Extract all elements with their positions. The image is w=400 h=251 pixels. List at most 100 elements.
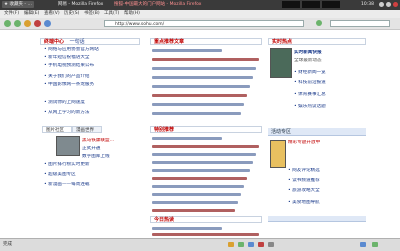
headline-link[interactable]	[152, 209, 235, 212]
addon-icon[interactable]	[248, 242, 254, 247]
feature-line[interactable]: 数字图库上线	[82, 154, 142, 160]
headline-link[interactable]	[152, 137, 222, 140]
list-item[interactable]: • 体育赛事汇总	[294, 92, 366, 98]
headline-link[interactable]	[152, 169, 250, 172]
list-item[interactable]: • 测试你的上网速度	[44, 100, 140, 106]
center-box-header: 重点推荐文章	[150, 38, 262, 45]
headline-link[interactable]	[152, 76, 253, 79]
center-box-title-2[interactable]: 特别推荐	[154, 127, 174, 133]
right-footer-bar	[268, 216, 366, 222]
list-item[interactable]: • 手机电视预测结果公布	[44, 63, 140, 69]
taskbar-task[interactable]: 网易 - Mozilla Firefox	[56, 1, 105, 8]
taskbar-slot	[322, 1, 340, 8]
go-icon[interactable]	[316, 20, 322, 26]
home-icon[interactable]	[44, 20, 51, 27]
list-item[interactable]: • 网友评论精选	[288, 168, 366, 174]
left-box-header: 终端中心 一句话	[40, 38, 140, 45]
addon-icon[interactable]	[228, 242, 234, 247]
right-feature-subtitle: 全球最新动态	[294, 58, 322, 63]
headline-link[interactable]	[152, 112, 241, 115]
headline-link[interactable]	[152, 193, 241, 196]
taskbar-slot	[282, 1, 300, 8]
headline-link[interactable]	[152, 153, 256, 156]
addon-icon[interactable]	[238, 242, 244, 247]
list-item[interactable]: • 网络与应用协会官方网站	[44, 47, 140, 53]
right-box2-title[interactable]: 活动专区	[271, 129, 291, 135]
center-box-header-2: 特别推荐	[150, 126, 262, 133]
list-item[interactable]: • 新年短信祝福语大全	[44, 55, 140, 61]
taskbar-slot	[302, 1, 320, 8]
tab-comics[interactable]: 漫画世界	[72, 126, 102, 133]
search-input[interactable]	[330, 20, 390, 27]
list-item[interactable]: • 娱乐热议话题	[294, 104, 366, 110]
window-title: 搜狐-中国最大的门户网站 - Mozilla Firefox	[114, 2, 202, 7]
forward-icon[interactable]	[14, 20, 21, 27]
headline-link[interactable]	[152, 58, 259, 61]
right-box2-header: 活动专区	[268, 128, 366, 136]
stop-icon[interactable]	[34, 20, 41, 27]
menu-tools[interactable]: 工具(T)	[104, 11, 119, 17]
list-item[interactable]: • 科技前沿报道	[294, 80, 366, 86]
addon-icon[interactable]	[268, 242, 274, 247]
maximize-icon[interactable]	[386, 2, 391, 7]
right-box2-highlight[interactable]: 精彩专题开放中	[288, 140, 366, 146]
taskbar-task[interactable]: ★ 收藏夹 - …	[2, 1, 34, 8]
url-input[interactable]: http://www.sohu.com/	[104, 20, 304, 27]
status-bar: 完成	[0, 238, 400, 251]
list-item[interactable]: • 新漫画——每周连载	[44, 182, 140, 188]
center-box-header-3: 今日热读	[150, 216, 262, 223]
addon-icon[interactable]	[258, 242, 264, 247]
feature-line[interactable]: 正式开通	[82, 146, 142, 152]
close-icon[interactable]	[393, 2, 398, 7]
headline-link[interactable]	[152, 103, 244, 106]
list-item[interactable]: • 旅游攻略大全	[288, 188, 366, 194]
left-box-title[interactable]: 终端中心	[44, 39, 64, 45]
menu-help[interactable]: 帮助(H)	[124, 11, 140, 17]
addon-icon[interactable]	[372, 242, 378, 247]
list-item[interactable]: • 关于我们的产品介绍	[44, 74, 140, 80]
list-item[interactable]: • 美食地图导航	[288, 200, 366, 206]
back-icon[interactable]	[4, 20, 11, 27]
menu-view[interactable]: 查看(V)	[44, 11, 60, 17]
headline-link[interactable]	[152, 161, 253, 164]
right-box2-image[interactable]	[270, 140, 286, 168]
right-box-title[interactable]: 实时热点	[272, 39, 292, 45]
feature-image[interactable]	[56, 136, 80, 156]
right-feature-title[interactable]: 实时新闻快报	[294, 50, 366, 56]
menu-file[interactable]: 文件(F)	[4, 11, 19, 17]
left-box-tab[interactable]: 一句话	[70, 39, 85, 45]
headline-link[interactable]	[152, 177, 247, 180]
list-item[interactable]: • 读书频道推荐	[288, 178, 366, 184]
headline-link[interactable]	[152, 49, 222, 52]
list-item[interactable]: • 超级美图专区	[44, 172, 140, 178]
minimize-icon[interactable]	[379, 2, 384, 7]
headline-link[interactable]	[152, 94, 247, 97]
menu-history[interactable]: 历史(S)	[64, 11, 79, 17]
list-item[interactable]: • 中国影像网一条龙服务	[44, 82, 140, 88]
menu-edit[interactable]: 编辑(E)	[24, 11, 39, 17]
headline-link[interactable]	[152, 201, 238, 204]
headline-link[interactable]	[152, 67, 256, 70]
taskbar: ★ 收藏夹 - … 网易 - Mozilla Firefox 搜狐-中国最大的门…	[0, 0, 400, 10]
left-tabs: 图片社区 漫画世界	[42, 126, 142, 133]
list-item[interactable]: • 财经新闻一览	[294, 70, 366, 76]
center-box-title[interactable]: 重点推荐文章	[154, 39, 184, 45]
headline-link[interactable]	[152, 233, 259, 236]
web-page: 终端中心 一句话 • 网络与应用协会官方网站 • 新年短信祝福语大全 • 手机电…	[0, 30, 400, 238]
tab-pictures[interactable]: 图片社区	[42, 126, 72, 133]
reload-icon[interactable]	[24, 20, 31, 27]
menu-bookmarks[interactable]: 书签(B)	[84, 11, 100, 17]
list-item[interactable]: • 从网上学习的新方法	[44, 110, 140, 116]
feature-line[interactable]: 黑马铁康联盟…	[82, 138, 142, 144]
center-box-title-3[interactable]: 今日热读	[154, 217, 174, 223]
headline-link[interactable]	[152, 185, 244, 188]
right-box-header: 实时热点	[268, 38, 366, 45]
headline-link[interactable]	[152, 85, 250, 88]
list-item[interactable]: • 图片排行榜实时更新	[44, 162, 140, 168]
right-feature-image[interactable]	[270, 48, 292, 78]
headline-link[interactable]	[152, 145, 259, 148]
addon-icon[interactable]	[360, 242, 366, 247]
status-text: 完成	[3, 242, 12, 247]
clock: 10:38	[361, 2, 374, 7]
headline-link[interactable]	[152, 227, 222, 230]
